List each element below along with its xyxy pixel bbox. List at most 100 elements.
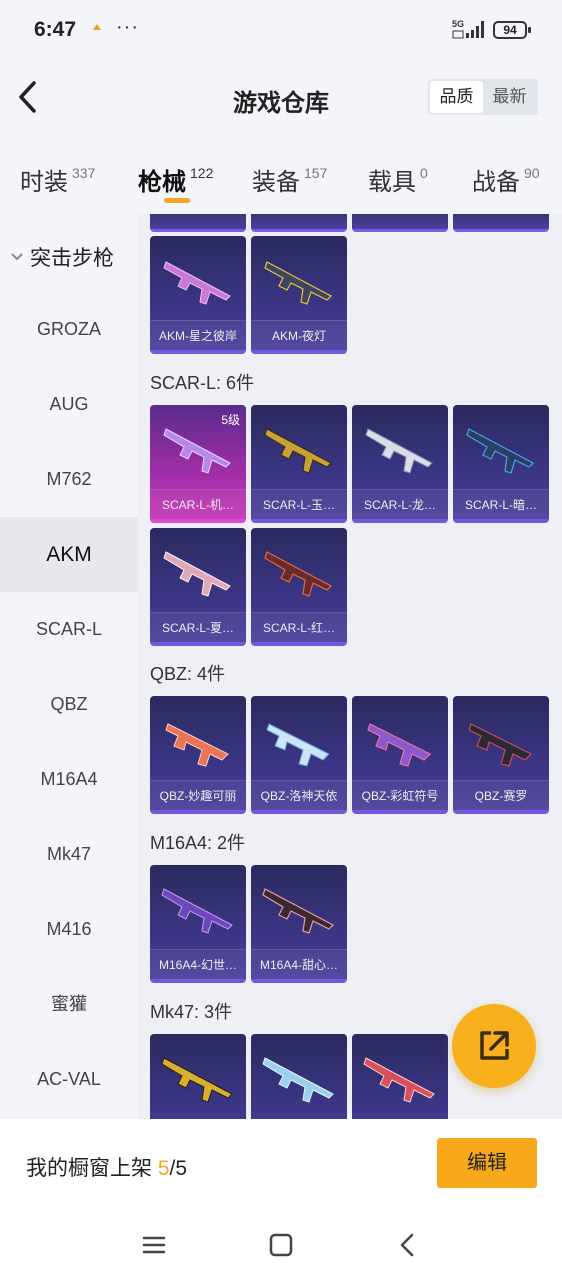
system-nav-bar bbox=[0, 1211, 562, 1280]
sidebar-item-m762[interactable]: M762 bbox=[0, 442, 138, 517]
weapon-card[interactable] bbox=[150, 214, 246, 232]
weapon-card[interactable]: QBZ-彩虹符号 bbox=[352, 696, 448, 814]
sidebar-item-m16a4[interactable]: M16A4 bbox=[0, 742, 138, 817]
rifle-icon bbox=[266, 723, 330, 767]
card-label: SCAR-L-暗… bbox=[453, 489, 549, 519]
section-title-mk47: Mk47: 3件 bbox=[150, 1002, 233, 1022]
card-label: M16A4-甜心… bbox=[251, 949, 347, 979]
notification-icon bbox=[93, 24, 101, 30]
tab-count: 90 bbox=[524, 165, 540, 181]
sidebar-item-honey-badger[interactable]: 蜜獾 bbox=[0, 967, 138, 1042]
weapon-grid: AKM-星之彼岸 AKM-夜灯 SCAR-L: 6件 5级 SCAR-L-机… … bbox=[138, 214, 562, 1119]
weapon-card[interactable] bbox=[150, 1034, 246, 1119]
tab-firearms[interactable]: 枪械 122 bbox=[138, 162, 213, 197]
tab-label: 时装 bbox=[20, 169, 68, 196]
chevron-down-icon bbox=[11, 253, 23, 261]
battery-indicator: 94 bbox=[493, 21, 531, 39]
card-label: SCAR-L-玉… bbox=[251, 489, 347, 519]
tab-count: 122 bbox=[190, 165, 214, 181]
card-label: QBZ-彩虹符号 bbox=[352, 780, 448, 810]
status-time: 6:47 bbox=[34, 18, 77, 41]
sidebar-item-scar-l[interactable]: SCAR-L bbox=[0, 592, 138, 667]
weapon-card[interactable] bbox=[352, 1034, 448, 1119]
rifle-icon bbox=[264, 551, 332, 597]
weapon-card[interactable]: SCAR-L-玉… bbox=[251, 405, 347, 523]
card-label: AKM-星之彼岸 bbox=[150, 320, 246, 350]
weapon-card[interactable] bbox=[251, 214, 347, 232]
menu-icon[interactable] bbox=[140, 1231, 168, 1259]
sidebar-item-groza[interactable]: GROZA bbox=[0, 292, 138, 367]
rifle-icon bbox=[262, 888, 334, 934]
cut-off-row bbox=[138, 214, 562, 232]
rifle-icon bbox=[468, 723, 533, 767]
rifle-icon bbox=[262, 1057, 334, 1103]
tab-count: 0 bbox=[420, 165, 428, 181]
sidebar-item-akm[interactable]: AKM bbox=[0, 517, 138, 592]
card-label: SCAR-L-夏… bbox=[150, 612, 246, 642]
section-title-scar-l: SCAR-L: 6件 bbox=[150, 373, 255, 393]
sidebar-item-qbz[interactable]: QBZ bbox=[0, 667, 138, 742]
weapon-card[interactable]: 5级 SCAR-L-机… bbox=[150, 405, 246, 523]
weapon-card[interactable]: M16A4-甜心… bbox=[251, 865, 347, 983]
tab-fashion[interactable]: 时装 337 bbox=[20, 162, 95, 197]
header: 游戏仓库 品质 最新 bbox=[0, 60, 562, 136]
weapon-card[interactable]: SCAR-L-红… bbox=[251, 528, 347, 646]
section-title-qbz: QBZ: 4件 bbox=[150, 664, 226, 684]
tab-vehicles[interactable]: 载具 0 bbox=[368, 162, 428, 197]
rifle-icon bbox=[163, 551, 231, 597]
sidebar-item-ac-val[interactable]: AC-VAL bbox=[0, 1042, 138, 1117]
weapon-card[interactable]: M16A4-幻世… bbox=[150, 865, 246, 983]
weapon-card[interactable]: AKM-夜灯 bbox=[251, 236, 347, 354]
rifle-icon bbox=[264, 261, 332, 305]
network-label: 5G bbox=[452, 19, 464, 29]
weapon-card[interactable]: QBZ-洛神天依 bbox=[251, 696, 347, 814]
tab-label: 枪械 bbox=[138, 169, 186, 196]
more-notifications-icon: ··· bbox=[116, 16, 139, 38]
edit-button[interactable]: 编辑 bbox=[437, 1138, 537, 1188]
weapon-card[interactable] bbox=[251, 1034, 347, 1119]
card-label: AKM-夜灯 bbox=[251, 320, 347, 350]
tab-equipment[interactable]: 装备 157 bbox=[252, 162, 327, 197]
weapon-card[interactable]: AKM-星之彼岸 bbox=[150, 236, 246, 354]
tab-label: 装备 bbox=[252, 169, 300, 196]
tab-count: 157 bbox=[304, 165, 328, 181]
section-title-m16a4: M16A4: 2件 bbox=[150, 833, 246, 853]
weapon-card[interactable]: SCAR-L-暗… bbox=[453, 405, 549, 523]
sidebar-group-assault-rifles[interactable]: 突击步枪 bbox=[10, 242, 114, 272]
back-nav-icon[interactable] bbox=[394, 1231, 422, 1259]
rifle-icon bbox=[163, 428, 231, 474]
shelf-status: 我的橱窗上架 5/5 bbox=[26, 1152, 187, 1182]
card-label: SCAR-L-机… bbox=[150, 489, 246, 519]
sidebar-item-aug[interactable]: AUG bbox=[0, 367, 138, 442]
tab-label: 载具 bbox=[368, 169, 416, 196]
weapon-card[interactable]: QBZ-赛罗 bbox=[453, 696, 549, 814]
weapon-card[interactable]: SCAR-L-夏… bbox=[150, 528, 246, 646]
tab-label: 战备 bbox=[472, 169, 520, 196]
active-tab-indicator bbox=[164, 198, 190, 203]
weapon-card[interactable]: SCAR-L-龙… bbox=[352, 405, 448, 523]
shelf-count: 5 bbox=[157, 1157, 170, 1180]
card-label: SCAR-L-龙… bbox=[352, 489, 448, 519]
card-label: SCAR-L-红… bbox=[251, 612, 347, 642]
card-label: QBZ-赛罗 bbox=[453, 780, 549, 810]
share-button[interactable] bbox=[452, 1004, 536, 1088]
sidebar-group-label: 突击步枪 bbox=[30, 247, 114, 270]
rifle-icon bbox=[466, 428, 534, 474]
sidebar-item-mk47[interactable]: Mk47 bbox=[0, 817, 138, 892]
sort-latest-button[interactable]: 最新 bbox=[483, 81, 536, 113]
category-tabs: 时装 337 枪械 122 装备 157 载具 0 战备 90 bbox=[0, 136, 562, 214]
sort-toggle: 品质 最新 bbox=[428, 79, 538, 115]
weapon-card[interactable]: QBZ-妙趣可丽 bbox=[150, 696, 246, 814]
card-label: QBZ-妙趣可丽 bbox=[150, 780, 246, 810]
sort-quality-button[interactable]: 品质 bbox=[430, 81, 483, 113]
external-link-icon bbox=[480, 1031, 509, 1060]
rifle-icon bbox=[163, 261, 231, 305]
card-label: QBZ-洛神天依 bbox=[251, 780, 347, 810]
weapon-card[interactable] bbox=[453, 214, 549, 232]
weapon-card[interactable] bbox=[352, 214, 448, 232]
tab-supplies[interactable]: 战备 90 bbox=[472, 162, 540, 197]
home-icon[interactable] bbox=[267, 1231, 295, 1259]
sidebar-item-m416[interactable]: M416 bbox=[0, 892, 138, 967]
shelf-total: /5 bbox=[169, 1157, 188, 1180]
shelf-label: 我的橱窗上架 bbox=[26, 1157, 158, 1180]
